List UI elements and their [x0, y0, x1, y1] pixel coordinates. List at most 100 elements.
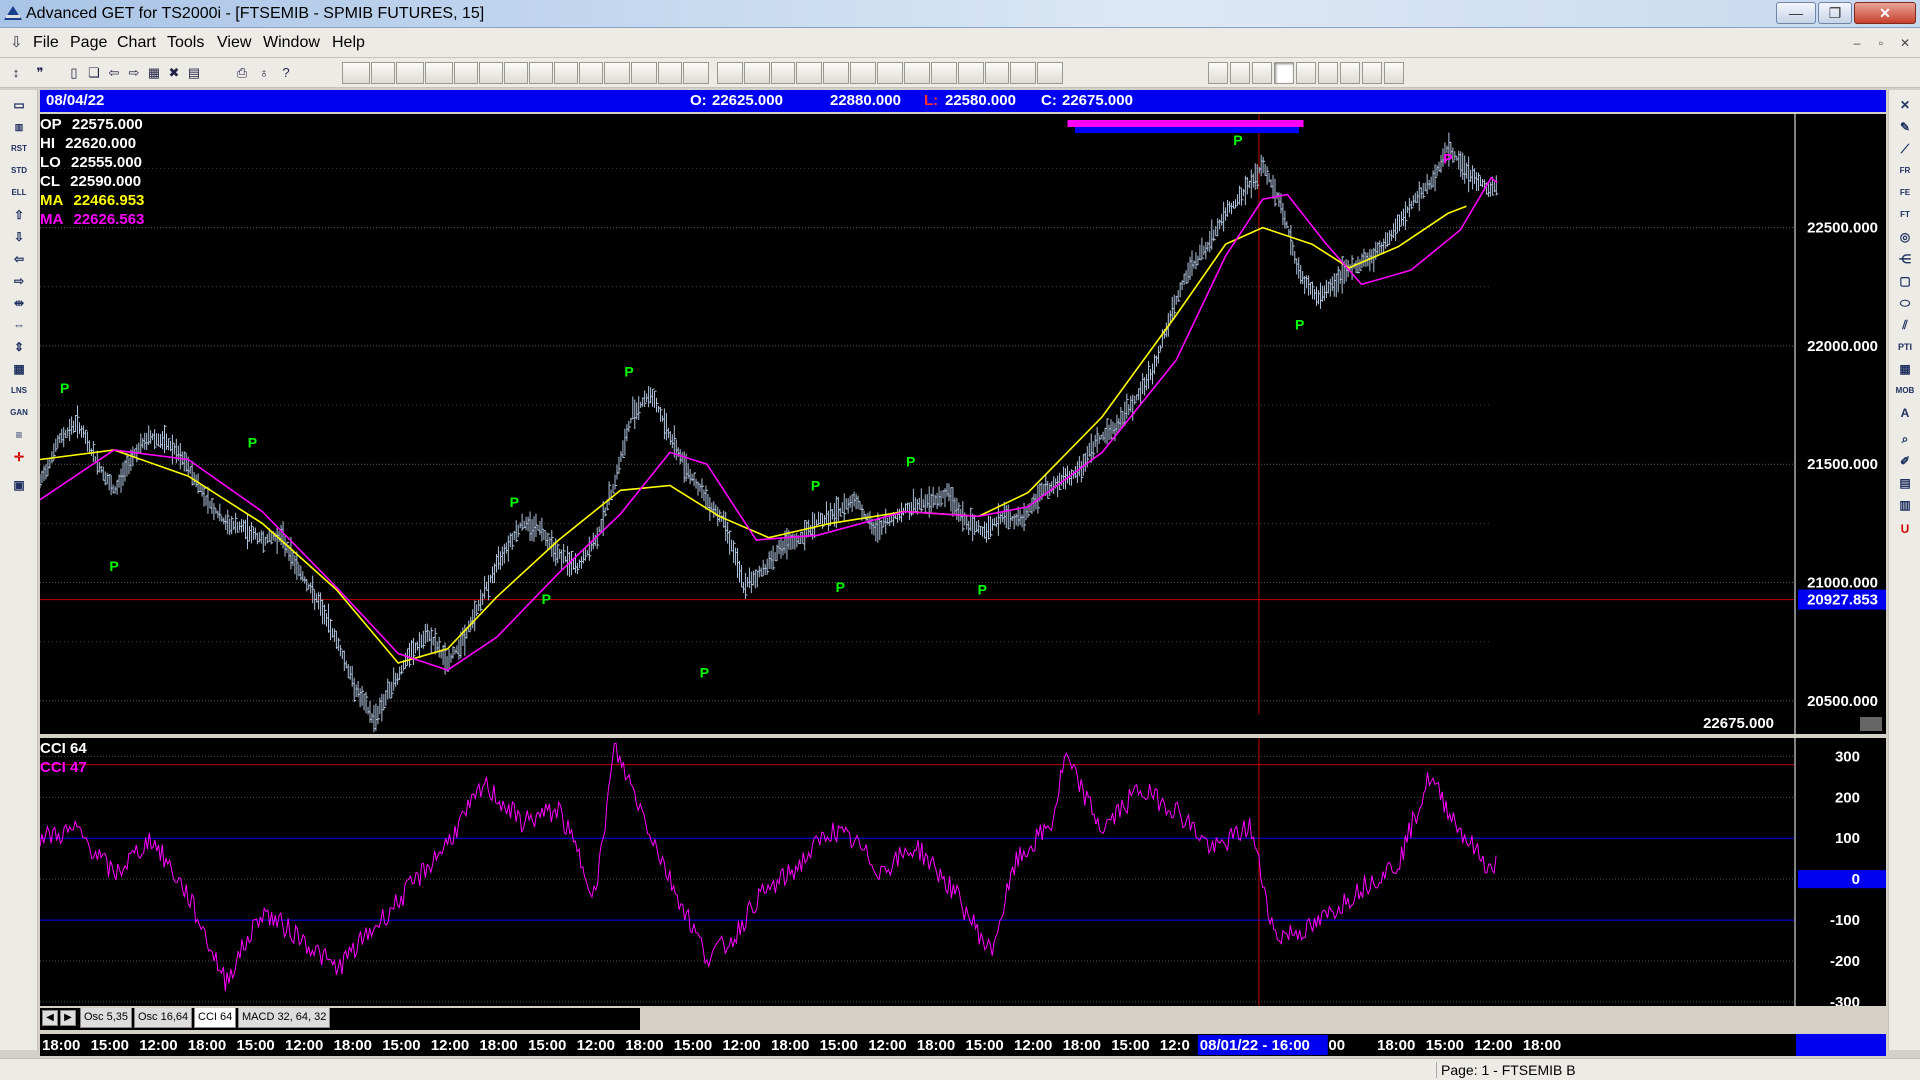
mob-icon[interactable]: MOB — [1893, 382, 1917, 400]
tab-scroll-right-button[interactable]: ▶ — [60, 1010, 76, 1026]
pti-icon[interactable]: PTI — [1893, 338, 1917, 356]
ellipse-icon[interactable]: ⬭ — [1893, 294, 1917, 312]
price-chart-pane[interactable]: 20500.000 21000.000 21500.000 22000.000 2250… — [39, 114, 1888, 734]
circle-icon[interactable]: ◎ — [1893, 228, 1917, 246]
tab-1[interactable]: Osc 16,64 — [134, 1008, 193, 1028]
magnet-icon[interactable]: U — [1893, 520, 1917, 538]
maximize-button[interactable]: ❐ — [1818, 2, 1852, 24]
close-button[interactable]: ✕ — [1854, 2, 1916, 24]
study-button-0[interactable] — [342, 62, 370, 84]
study-button-13[interactable] — [683, 62, 709, 84]
crosshair-icon[interactable]: ✛ — [7, 448, 31, 466]
paint-icon[interactable]: ✐ — [1893, 452, 1917, 470]
pointer-icon[interactable]: ↕ — [6, 63, 26, 83]
forward-icon[interactable]: ⇨ — [124, 63, 144, 83]
menu-file[interactable]: File — [33, 34, 59, 52]
menu-chart[interactable]: Chart — [117, 34, 156, 52]
layout-icon[interactable]: ▦ — [144, 63, 164, 83]
channel-icon[interactable]: ⫽ — [1893, 316, 1917, 334]
fib-icon[interactable]: ≡ — [7, 426, 31, 444]
study-button-23[interactable] — [958, 62, 984, 84]
study-button-2[interactable] — [396, 62, 424, 84]
timeframe-button-1[interactable] — [1208, 62, 1228, 84]
timeframe-button-30[interactable] — [1296, 62, 1316, 84]
grid-toggle-icon[interactable]: ▦ — [7, 360, 31, 378]
timeframe-button-D[interactable] — [1340, 62, 1360, 84]
timeframe-button-W[interactable] — [1362, 62, 1382, 84]
study-button-1[interactable] — [371, 62, 395, 84]
clipboard-icon[interactable]: ▣ — [7, 476, 31, 494]
menu-view[interactable]: View — [217, 34, 251, 52]
cci-indicator-pane[interactable]: 300 200 100 0 -100 -200 -300 CCI 64 CCI 47 — [39, 738, 1886, 1011]
vertical-scale-icon[interactable]: ⇕ — [7, 338, 31, 356]
menu-tools[interactable]: Tools — [167, 34, 204, 52]
menu-help[interactable]: Help — [332, 34, 365, 52]
study-button-4[interactable] — [454, 62, 478, 84]
arrow-down-icon[interactable]: ⇩ — [7, 228, 31, 246]
lines-icon[interactable]: LNS — [7, 382, 31, 400]
study-button-5[interactable] — [479, 62, 503, 84]
timeframe-button-60[interactable] — [1318, 62, 1338, 84]
minimize-button[interactable]: — — [1776, 2, 1816, 24]
study-button-6[interactable] — [504, 62, 528, 84]
menu-page[interactable]: Page — [70, 34, 107, 52]
study-button-24[interactable] — [985, 62, 1009, 84]
text-icon[interactable]: A — [1893, 404, 1917, 422]
study-button-10[interactable] — [604, 62, 630, 84]
tab-scroll-left-button[interactable]: ◀ — [42, 1010, 58, 1026]
help-icon[interactable]: ? — [276, 63, 296, 83]
box-icon[interactable]: ▢ — [1893, 272, 1917, 290]
quote-icon[interactable]: ❞ — [30, 63, 50, 83]
open-folder-icon[interactable]: ▭ — [7, 96, 31, 114]
back-icon[interactable]: ⇦ — [104, 63, 124, 83]
reset-icon[interactable]: RST — [7, 140, 31, 158]
chart-settings-icon[interactable]: ▥ — [7, 118, 31, 136]
mdi-close-button[interactable]: ✕ — [1894, 33, 1916, 53]
study-button-18[interactable] — [823, 62, 849, 84]
gann-icon[interactable]: GAN — [7, 404, 31, 422]
study-button-20[interactable] — [877, 62, 903, 84]
compress-icon[interactable]: ⇹ — [7, 294, 31, 312]
cci-chart[interactable]: 300 200 100 0 -100 -200 -300 — [39, 738, 1886, 1011]
tab-3[interactable]: MACD 32, 64, 32 — [238, 1008, 331, 1028]
study-button-8[interactable] — [554, 62, 578, 84]
new-page-icon[interactable]: ▯ — [64, 63, 84, 83]
print-icon[interactable]: ⎙ — [232, 63, 252, 83]
arrow-up-icon[interactable]: ⇧ — [7, 206, 31, 224]
mdi-restore-button[interactable]: ▫ — [1870, 33, 1892, 53]
study-button-25[interactable] — [1010, 62, 1036, 84]
bulb-icon[interactable]: ♁ — [254, 63, 274, 83]
study-button-7[interactable] — [529, 62, 553, 84]
table-icon[interactable]: ▦ — [1893, 360, 1917, 378]
study-button-21[interactable] — [904, 62, 930, 84]
study-icon[interactable]: STD — [7, 162, 31, 180]
calculator-icon[interactable]: ▤ — [1893, 474, 1917, 492]
expand-icon[interactable]: ⇔ — [7, 316, 31, 334]
price-chart[interactable]: 20500.000 21000.000 21500.000 22000.000 2250… — [39, 114, 1888, 734]
study-button-26[interactable] — [1037, 62, 1063, 84]
timeframe-button-M[interactable] — [1384, 62, 1404, 84]
grid-icon[interactable]: ▤ — [184, 63, 204, 83]
close-x-icon[interactable]: ✕ — [1893, 96, 1917, 114]
fib-retracement-icon[interactable]: FR — [1893, 162, 1917, 180]
remove-icon[interactable]: ✖ — [164, 63, 184, 83]
timeframe-button-15[interactable] — [1274, 62, 1294, 84]
mdi-minimize-button[interactable]: – — [1846, 33, 1868, 53]
arrow-right-icon[interactable]: ⇨ — [7, 272, 31, 290]
study-button-17[interactable] — [796, 62, 822, 84]
fib-time-icon[interactable]: FT — [1893, 206, 1917, 224]
timeframe-button-5[interactable] — [1230, 62, 1250, 84]
timeframe-button-10[interactable] — [1252, 62, 1272, 84]
arrow-left-icon[interactable]: ⇦ — [7, 250, 31, 268]
study-button-3[interactable] — [425, 62, 453, 84]
elliott-icon[interactable]: ELL — [7, 184, 31, 202]
copy-icon[interactable]: ❏ — [84, 63, 104, 83]
study-button-12[interactable] — [658, 62, 682, 84]
study-button-11[interactable] — [631, 62, 657, 84]
study-button-22[interactable] — [931, 62, 957, 84]
study-button-19[interactable] — [850, 62, 876, 84]
study-button-15[interactable] — [744, 62, 770, 84]
zoom-icon[interactable]: ⌕ — [1893, 430, 1917, 448]
pencil-icon[interactable]: ✎ — [1893, 118, 1917, 136]
tab-2[interactable]: CCI 64 — [194, 1008, 237, 1028]
